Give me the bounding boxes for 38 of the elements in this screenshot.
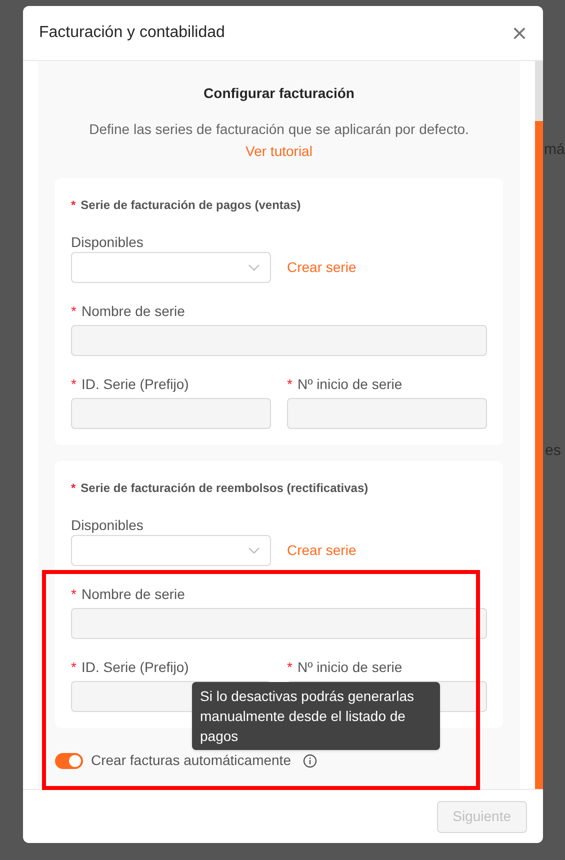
required-asterisk: * [71,374,76,394]
required-asterisk: * [71,480,76,497]
input-field[interactable] [71,398,271,429]
input-field[interactable] [71,325,487,356]
field-label: Disponibles [71,233,144,252]
card-title: Serie de facturación de pagos (ventas) [80,197,301,214]
section-heading: Configurar facturación [202,84,356,103]
select-field[interactable] [71,252,271,283]
field-label: Disponibles [71,516,144,535]
required-asterisk: * [71,302,76,320]
required-asterisk: * [287,374,292,394]
field-label: Nº inicio de serie [297,658,402,676]
description-text: Define las series de facturación que se aplicarán por defecto. Ver tutorial [88,120,470,161]
field-label: Nombre de serie [81,302,185,320]
select-field[interactable] [71,535,271,566]
field-label: Nombre de serie [81,584,185,604]
create-series-link[interactable]: Crear serie [287,257,356,278]
toggle-switch[interactable] [55,752,83,768]
required-asterisk: * [71,658,76,676]
scrollbar-thumb[interactable] [535,61,543,121]
chevron-down-icon [248,546,260,554]
input-field[interactable] [71,608,487,639]
tooltip: Si lo desactivas podrás generarlas manualmente desde el listado de pagos [192,682,440,750]
required-asterisk: * [71,584,76,604]
required-asterisk: * [71,197,76,214]
field-label: ID. Serie (Prefijo) [81,658,189,677]
card-title: Serie de facturación de reembolsos (rectificativas) [80,480,368,497]
dialog-title: Facturación y contabilidad [39,23,225,43]
input-field[interactable] [287,398,487,429]
info-icon[interactable] [302,754,317,768]
field-label: Nº inicio de serie [297,374,402,394]
toggle-label: Crear facturas automáticamente [91,751,291,770]
required-asterisk: * [287,658,292,676]
tutorial-link[interactable]: Ver tutorial [246,143,312,159]
field-label: ID. Serie (Prefijo) [81,374,189,394]
create-series-link[interactable]: Crear serie [287,540,356,561]
close-button[interactable]: × [512,20,527,46]
chevron-down-icon [248,264,260,272]
